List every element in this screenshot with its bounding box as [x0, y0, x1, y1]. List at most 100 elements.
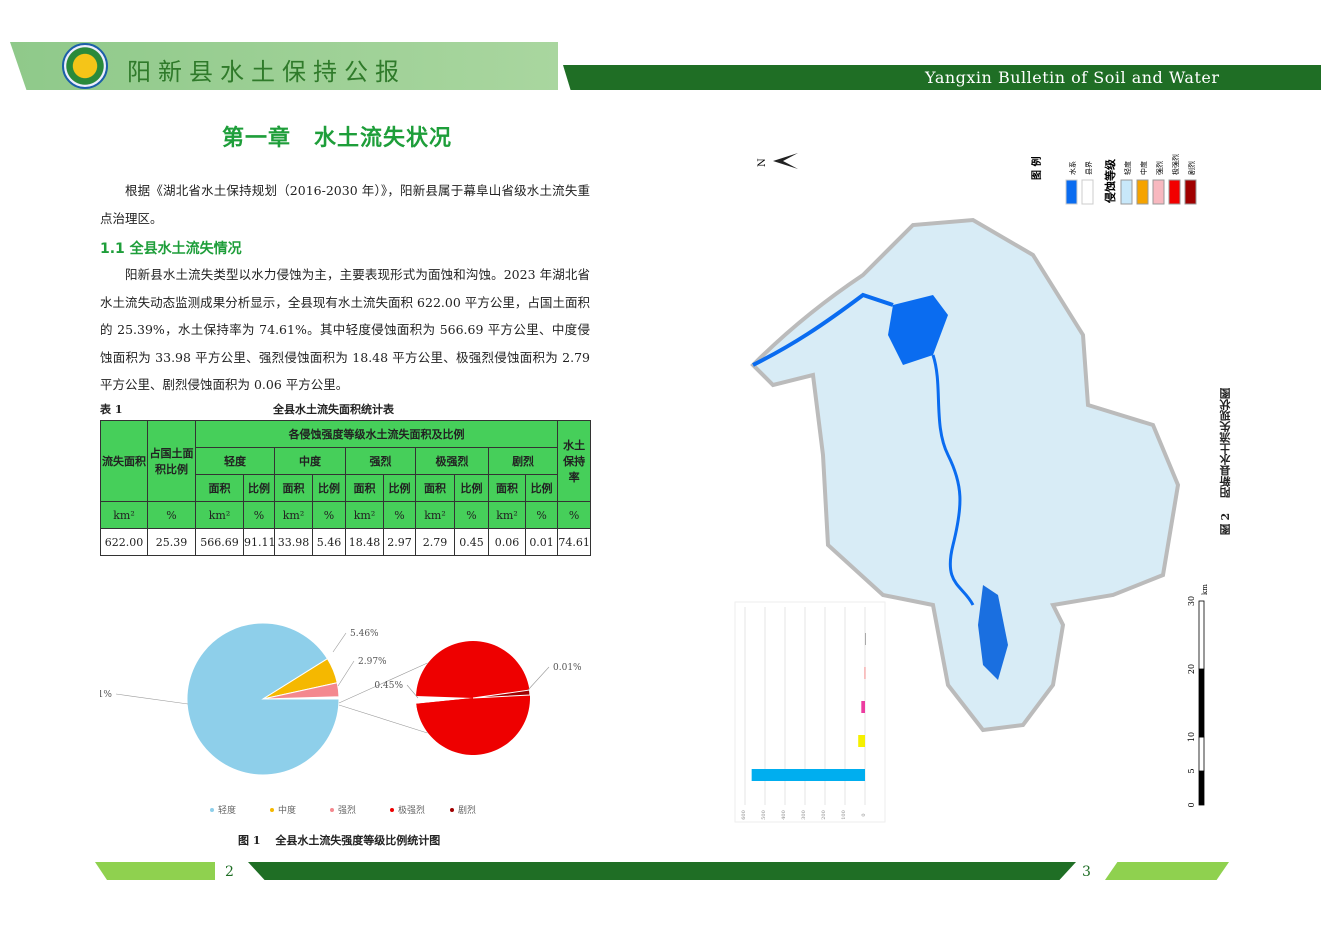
figure1-caption: 图 1 全县水土流失强度等级比例统计图 [238, 834, 441, 847]
grade-swatch [1120, 179, 1133, 205]
pie-data-label: 5.46% [350, 629, 379, 639]
pie-data-label: 91.11% [100, 690, 112, 700]
leader-line [337, 660, 355, 687]
unit-cell: % [557, 501, 592, 529]
legend-swatch [1081, 179, 1094, 205]
grade-swatch [1152, 179, 1165, 205]
legend-label: 水系 [1068, 161, 1077, 175]
leader-line [406, 684, 419, 699]
scale-bar-segment [1198, 668, 1205, 738]
legend-marker [270, 808, 274, 812]
mini-bar [864, 667, 866, 679]
mini-tick: 600 [741, 810, 747, 820]
legend-marker [390, 808, 394, 812]
header-level: 强烈 [345, 447, 416, 475]
mini-bar [861, 701, 865, 713]
header-area: 面积 [415, 474, 455, 502]
unit-cell: km² [488, 501, 526, 529]
grade-label: 中度 [1139, 161, 1148, 175]
page-number-left: 2 [225, 864, 234, 880]
unit-cell: % [147, 501, 196, 529]
legend-marker [330, 808, 334, 812]
legend-label: 县界 [1085, 161, 1093, 175]
table-cell: 5.46 [312, 528, 346, 556]
header-ratio-sub: 比例 [524, 474, 559, 502]
legend-marker [210, 808, 214, 812]
table-cell: 0.01 [524, 528, 559, 556]
header-area: 面积 [274, 474, 313, 502]
mini-tick: 500 [761, 810, 767, 820]
legend-label[interactable]: 强烈 [338, 805, 356, 816]
unit-cell: km² [345, 501, 384, 529]
grade-label: 强烈 [1155, 161, 1164, 175]
grade-swatch [1184, 179, 1197, 205]
mini-bar [864, 633, 866, 645]
page-number-right: 3 [1082, 864, 1091, 880]
mini-bar [751, 769, 865, 781]
legend-label[interactable]: 剧烈 [458, 805, 476, 816]
header-level: 轻度 [195, 447, 275, 475]
header-ratio: 占国土面积比例 [147, 420, 196, 502]
table-cell: 622.00 [100, 528, 148, 556]
svg-text:N: N [757, 158, 768, 167]
mini-tick: 400 [781, 810, 787, 820]
legend-title: 图 例 [1030, 157, 1043, 180]
grade-label: 极强烈 [1171, 154, 1180, 175]
header-group: 各侵蚀强度等级水土流失面积及比例 [194, 420, 559, 448]
grade-label: 轻度 [1123, 161, 1132, 175]
pie-data-label: 2.97% [358, 657, 387, 667]
mini-bar [858, 735, 865, 747]
legend-marker [450, 808, 454, 812]
header-retention: 水土保持率 [557, 420, 592, 502]
footer-left-band [95, 862, 215, 880]
bulletin-title: 阳新县水土保持公报 [127, 58, 406, 86]
table-label: 表 1 [100, 403, 123, 416]
legend-label[interactable]: 轻度 [218, 804, 236, 816]
unit-cell: km² [195, 501, 244, 529]
table-cell: 0.45 [454, 528, 489, 556]
table-cell: 0.06 [488, 528, 526, 556]
grade-label: 剧烈 [1187, 161, 1196, 175]
table-cell: 18.48 [345, 528, 384, 556]
header-area: 面积 [345, 474, 384, 502]
grade-title: 侵蚀等级 [1103, 158, 1117, 204]
unit-cell: % [312, 501, 346, 529]
bulletin-title-en: Yangxin Bulletin of Soil and Water Conse… [925, 68, 1220, 106]
table-caption: 全县水土流失面积统计表 [273, 403, 394, 416]
unit-cell: km² [274, 501, 313, 529]
table-cell: 566.69 [195, 528, 244, 556]
legend-label[interactable]: 中度 [278, 804, 296, 816]
erosion-pie-chart: 91.11% 5.46% 2.97% 0.45% 0.01% 轻度 中度 强烈 极强烈 剧烈 [100, 622, 582, 816]
scale-tick: 5 [1187, 768, 1196, 773]
figure2-caption: 图 2 阳新县水土流失现状图 [1219, 388, 1232, 536]
legend-label[interactable]: 极强烈 [398, 804, 425, 816]
scale-tick: 20 [1187, 664, 1196, 674]
leader-line [527, 666, 550, 691]
mini-tick: 100 [841, 810, 847, 820]
north-arrow: N [757, 153, 798, 169]
pie-data-label: 0.01% [553, 663, 582, 673]
header-level: 中度 [274, 447, 346, 475]
table-cell: 2.97 [383, 528, 416, 556]
header-level: 极强烈 [415, 447, 489, 475]
table-cell: 33.98 [274, 528, 313, 556]
table-cell: 2.79 [415, 528, 455, 556]
header-level: 剧烈 [487, 447, 559, 475]
leader-line [332, 632, 347, 653]
mini-tick: 300 [801, 810, 807, 820]
unit-cell: % [524, 501, 559, 529]
logo-emblem [62, 43, 108, 89]
scale-unit: km [1201, 584, 1209, 595]
grade-swatch [1168, 179, 1181, 205]
pie-data-label: 0.45% [374, 681, 403, 691]
scale-bar-segment [1198, 770, 1205, 806]
chapter-title: 第一章 水土流失状况 [222, 126, 453, 151]
table-cell: 74.61 [557, 528, 592, 556]
scale-bar-segment [1198, 600, 1205, 670]
header-ratio-sub: 比例 [454, 474, 489, 502]
soil-loss-table: 流失面积 占国土面积比例 各侵蚀强度等级水土流失面积及比例 水土保持率 轻度 中度 强烈极… [100, 420, 592, 556]
leader-line [115, 693, 189, 705]
section-heading: 1.1 全县水土流失情况 [100, 241, 242, 257]
footer-bar [248, 862, 1076, 880]
table-cell: 91.11 [243, 528, 276, 556]
